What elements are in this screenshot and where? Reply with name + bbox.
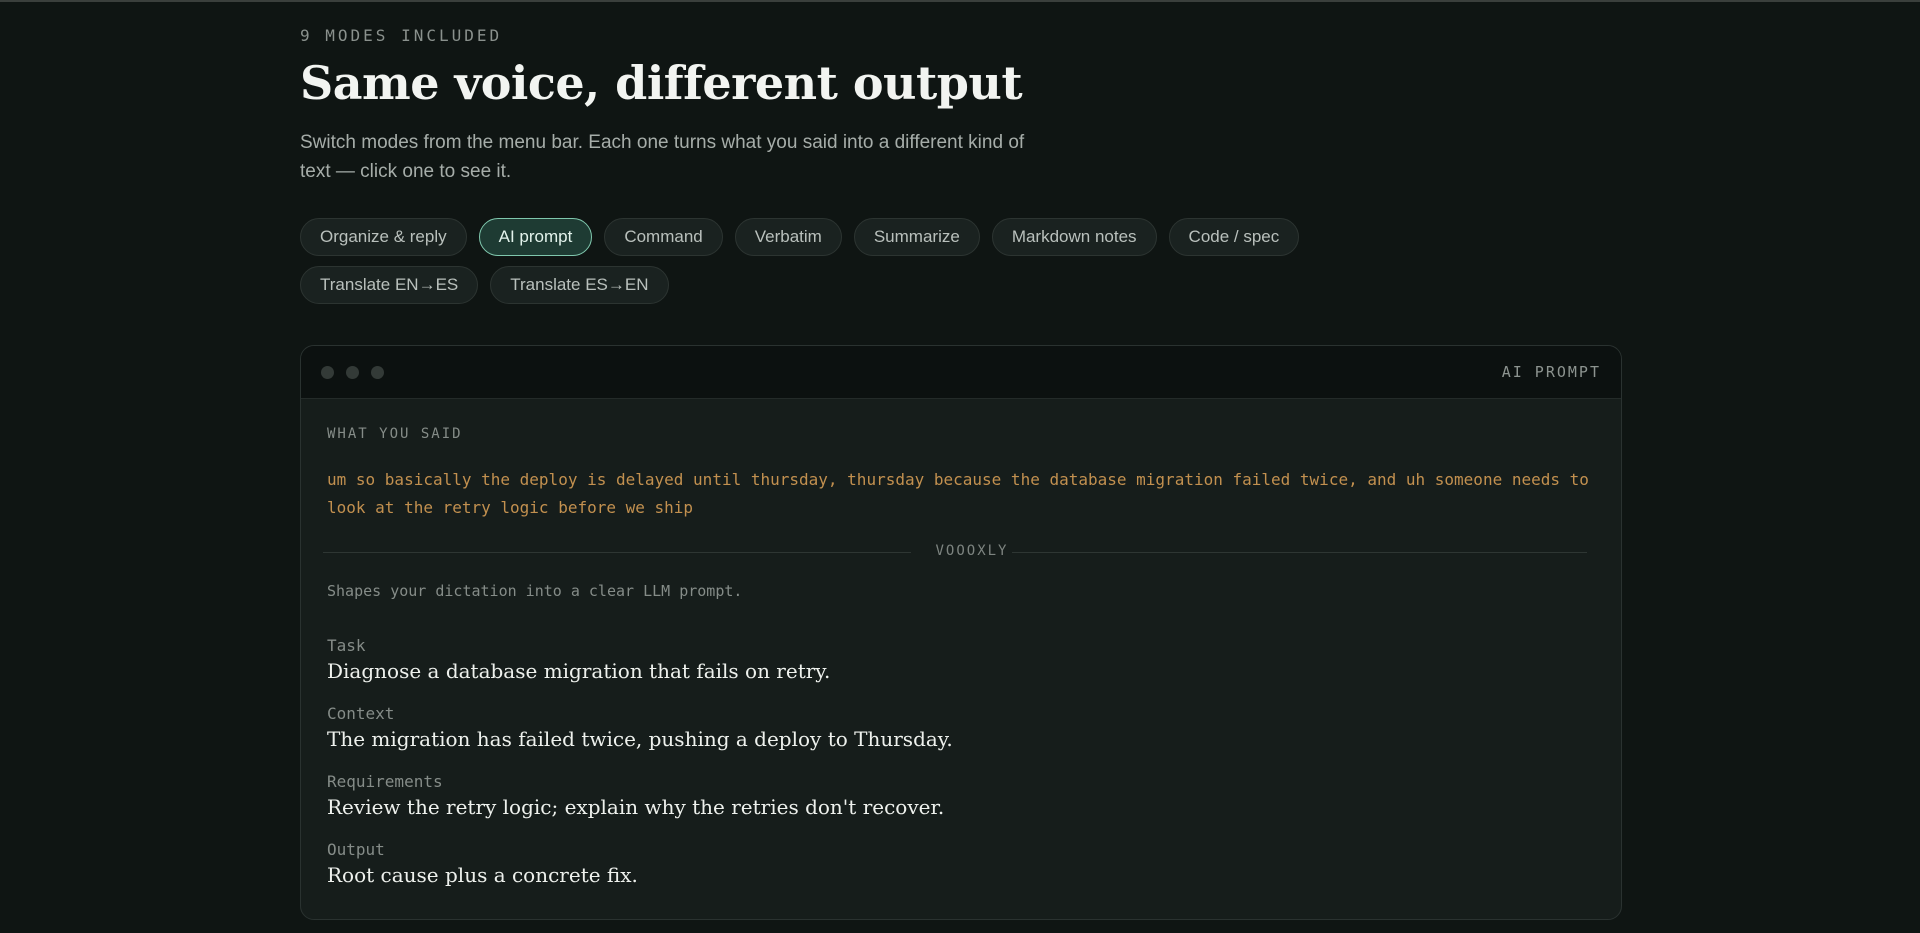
mode-chip-translate-es-en[interactable]: Translate ES→EN: [490, 266, 669, 304]
section-body: Diagnose a database migration that fails…: [327, 659, 831, 683]
prompt-section-task: Task Diagnose a database migration that …: [327, 636, 1587, 704]
panel-mode-label: AI PROMPT: [1501, 363, 1601, 381]
section-subtitle: Switch modes from the menu bar. Each one…: [300, 132, 1025, 182]
divider-brand-label: VOOOXLY: [935, 543, 1009, 559]
window-top-border: [0, 0, 1920, 2]
window-dot-icon: [371, 366, 384, 379]
prompt-output: Task Diagnose a database migration that …: [327, 636, 1587, 908]
window-dot-icon: [321, 366, 334, 379]
output-divider: VOOOXLY: [323, 542, 1587, 562]
mode-chip-verbatim[interactable]: Verbatim: [734, 218, 842, 256]
section-body: Root cause plus a concrete fix.: [327, 863, 638, 887]
mode-chip-ai-prompt[interactable]: AI prompt: [478, 218, 593, 256]
section-label: Requirements: [327, 772, 443, 791]
window-dot-icon: [346, 366, 359, 379]
mode-chip-code-spec[interactable]: Code / spec: [1168, 218, 1300, 256]
panel-title-bar: AI PROMPT: [301, 346, 1621, 399]
section-eyebrow: 9 MODES INCLUDED: [300, 26, 503, 45]
mode-chip-markdown-notes[interactable]: Markdown notes: [991, 218, 1157, 256]
section-label: Task: [327, 636, 366, 655]
section-label: Output: [327, 840, 385, 859]
prompt-section-requirements: Requirements Review the retry logic; exp…: [327, 772, 1587, 840]
mode-preview-panel: AI PROMPT WHAT YOU SAID um so basically …: [300, 345, 1622, 920]
section-title: Same voice, different output: [300, 56, 1023, 110]
said-heading: WHAT YOU SAID: [327, 426, 463, 442]
said-transcript: um so basically the deploy is delayed un…: [327, 470, 1589, 517]
section-body: Review the retry logic; explain why the …: [327, 795, 945, 819]
prompt-section-context: Context The migration has failed twice, …: [327, 704, 1587, 772]
mode-selector: Organize & reply AI prompt Command Verba…: [300, 218, 1380, 304]
divider-line: [1012, 552, 1587, 553]
section-body: The migration has failed twice, pushing …: [327, 727, 953, 751]
mode-description: Shapes your dictation into a clear LLM p…: [327, 582, 743, 600]
mode-chip-translate-en-es[interactable]: Translate EN→ES: [300, 266, 479, 304]
prompt-section-output: Output Root cause plus a concrete fix.: [327, 840, 1587, 908]
mode-chip-organize-reply[interactable]: Organize & reply: [300, 218, 467, 256]
divider-line: [323, 552, 911, 553]
section-label: Context: [327, 704, 395, 723]
mode-chip-command[interactable]: Command: [604, 218, 723, 256]
mode-chip-summarize[interactable]: Summarize: [853, 218, 980, 256]
